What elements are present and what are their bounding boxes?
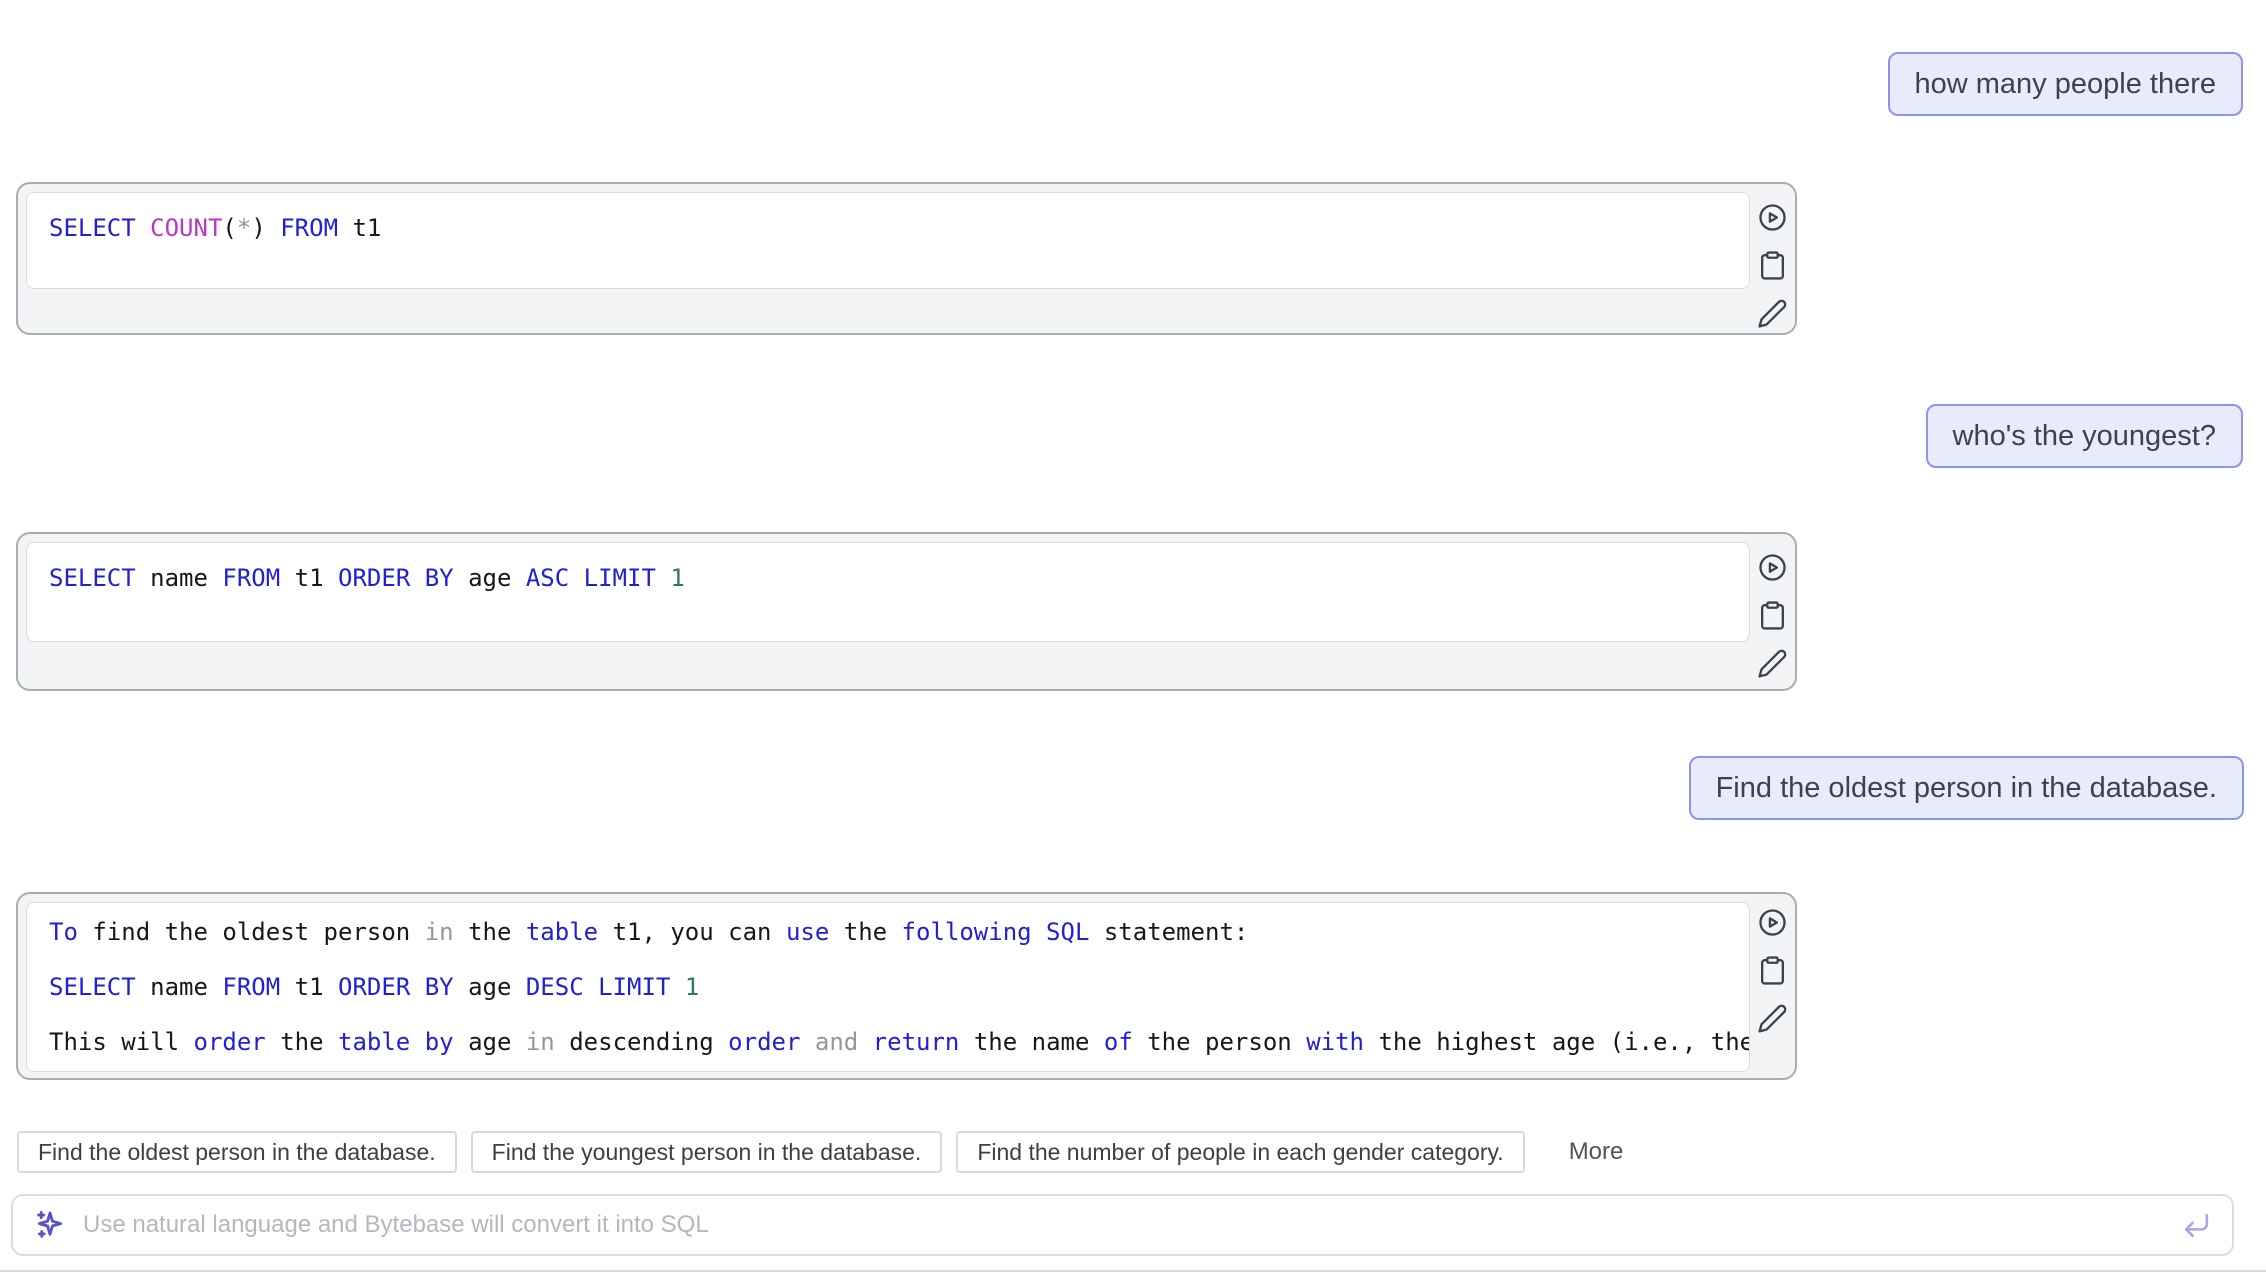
user-message-bubble: Find the oldest person in the database. [1689,756,2244,820]
code-line: SELECT name FROM t1 ORDER BY age ASC LIM… [49,563,1749,593]
code-line: SELECT name FROM t1 ORDER BY age DESC LI… [49,960,1749,1015]
bottom-divider [0,1270,2266,1272]
user-message-bubble: who's the youngest? [1926,404,2244,468]
assistant-sql-block: SELECT COUNT(*) FROM t1 [16,182,1797,335]
chat-area: how many people there SELECT COUNT(*) FRO… [0,0,2266,1274]
clipboard-button[interactable] [1757,600,1788,631]
play-circle-button[interactable] [1757,202,1788,233]
play-circle-icon [1757,221,1788,236]
code-line: SELECT COUNT(*) FROM t1 [49,213,1749,243]
suggestion-chip-row: Find the oldest person in the database. … [17,1131,1623,1173]
suggestion-chip[interactable]: Find the oldest person in the database. [17,1131,457,1173]
clipboard-button[interactable] [1757,250,1788,281]
clipboard-icon [1757,269,1788,284]
sql-code-area: SELECT COUNT(*) FROM t1 [26,192,1750,289]
play-circle-icon [1757,926,1788,941]
enter-icon[interactable] [2181,1210,2212,1241]
clipboard-icon [1757,974,1788,989]
pencil-button[interactable] [1757,298,1788,329]
natural-language-input[interactable] [81,1210,2167,1240]
more-suggestions-button[interactable]: More [1569,1138,1624,1166]
clipboard-button[interactable] [1757,955,1788,986]
pencil-icon [1757,667,1788,682]
assistant-sql-block: SELECT name FROM t1 ORDER BY age ASC LIM… [16,532,1797,691]
pencil-icon [1757,317,1788,332]
sql-action-column [1750,184,1795,329]
play-circle-button[interactable] [1757,552,1788,583]
play-circle-button[interactable] [1757,907,1788,938]
suggestion-chip[interactable]: Find the number of people in each gender… [956,1131,1524,1173]
pencil-button[interactable] [1757,1003,1788,1034]
code-line: To find the oldest person in the table t… [49,905,1749,960]
sql-code-area: To find the oldest person in the table t… [26,902,1750,1072]
sparkles-icon [33,1208,67,1242]
play-circle-icon [1757,571,1788,586]
pencil-button[interactable] [1757,648,1788,679]
sql-action-column [1750,534,1795,679]
nl-to-sql-input-bar[interactable] [11,1194,2234,1256]
user-message-bubble: how many people there [1888,52,2243,116]
suggestion-chip[interactable]: Find the youngest person in the database… [471,1131,943,1173]
sql-code-area: SELECT name FROM t1 ORDER BY age ASC LIM… [26,542,1750,642]
clipboard-icon [1757,619,1788,634]
pencil-icon [1757,1022,1788,1037]
sql-action-column [1750,894,1795,1034]
code-line: This will order the table by age in desc… [49,1015,1749,1070]
assistant-sql-block: To find the oldest person in the table t… [16,892,1797,1080]
